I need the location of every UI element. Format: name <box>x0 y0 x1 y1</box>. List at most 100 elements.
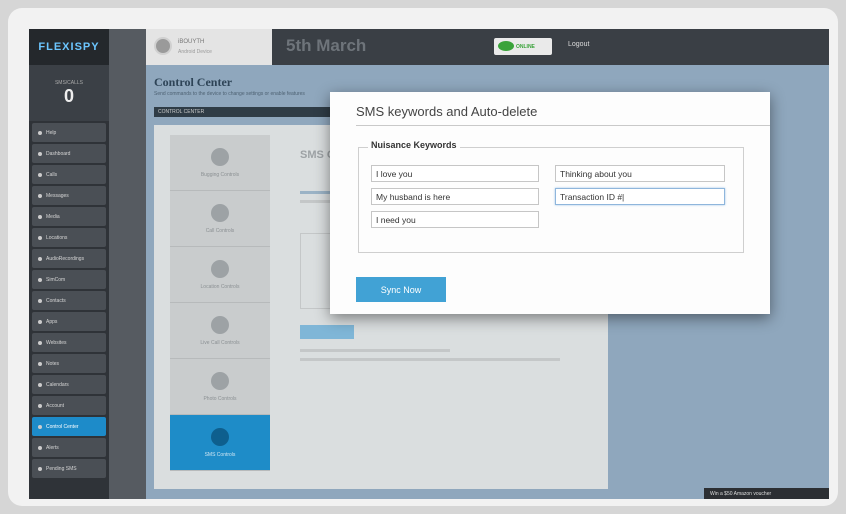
control-tab-icon <box>211 147 229 166</box>
sidebar-item-label: Websites <box>46 339 67 346</box>
control-tab-icon <box>211 427 229 446</box>
sidebar-item-label: Locations <box>46 234 68 241</box>
sidebar-item-label: SimCom <box>46 276 66 283</box>
control-tab-label: Bugging Controls <box>200 171 240 178</box>
sidebar-item[interactable]: Locations <box>32 228 106 247</box>
sidebar-item-label: Apps <box>46 318 58 325</box>
sidebar-item-label: Account <box>46 402 65 409</box>
sidebar-item-label: Control Center <box>46 423 79 430</box>
page-title: Control Center <box>154 75 233 89</box>
control-tab[interactable]: Bugging Controls <box>170 135 270 191</box>
sidebar-item-label: Dashboard <box>46 150 71 157</box>
sidebar-item[interactable]: SimCom <box>32 270 106 289</box>
sidebar-item[interactable]: Calendars <box>32 375 106 394</box>
sidebar-item[interactable]: Notes <box>32 354 106 373</box>
keyword-input[interactable]: My husband is here <box>371 188 539 205</box>
online-indicator-icon <box>498 41 514 51</box>
avatar <box>154 37 172 55</box>
sidebar-item[interactable]: Alerts <box>32 438 106 457</box>
user-name: iBOUYTH <box>178 39 205 45</box>
sidebar-item-icon <box>38 235 42 240</box>
control-tab-icon <box>211 259 229 278</box>
sidebar-item-icon <box>38 424 42 429</box>
section-strip-label: CONTROL CENTER <box>158 109 205 115</box>
sidebar-item-icon <box>38 193 42 198</box>
sidebar-item-label: Contacts <box>46 297 66 304</box>
dialog-title: SMS keywords and Auto-delete <box>356 104 538 119</box>
sidebar-item[interactable]: Apps <box>32 312 106 331</box>
keyword-input[interactable]: Thinking about you <box>555 165 725 182</box>
sidebar-item-icon <box>38 403 42 408</box>
control-tab-label: Location Controls <box>200 283 240 290</box>
sidebar-item-icon <box>38 298 42 303</box>
sidebar-item[interactable]: Pending SMS <box>32 459 106 478</box>
sidebar-item[interactable]: Help <box>32 123 106 142</box>
control-tab-label: SMS Controls <box>204 451 236 458</box>
fieldset-legend: Nuisance Keywords <box>368 140 460 150</box>
sidebar-item[interactable]: Messages <box>32 186 106 205</box>
control-tab[interactable]: Location Controls <box>170 247 270 303</box>
control-tab-label: Call Controls <box>205 227 235 234</box>
app-logo: FLEXISPY <box>29 29 109 65</box>
text-line <box>300 349 450 352</box>
sidebar-item-icon <box>38 130 42 135</box>
user-device: Android Device <box>178 49 212 55</box>
sidebar-item-label: Calls <box>46 171 58 178</box>
sidebar-item[interactable]: Control Center <box>32 417 106 436</box>
page-subtitle: Send commands to the device to change se… <box>154 91 305 97</box>
sidebar-item[interactable]: Websites <box>32 333 106 352</box>
sidebar-item[interactable]: Calls <box>32 165 106 184</box>
control-tab[interactable]: SMS Controls <box>170 415 270 471</box>
keyword-input-focused[interactable]: Transaction ID #| <box>555 188 725 205</box>
keyword-input[interactable]: I love you <box>371 165 539 182</box>
sidebar-item-icon <box>38 277 42 282</box>
sidebar-item-label: Media <box>46 213 60 220</box>
sidebar-item-label: Alerts <box>46 444 59 451</box>
date-label: 5th March <box>286 36 367 55</box>
sidebar-item-icon <box>38 340 42 345</box>
sync-now-button[interactable]: Sync Now <box>356 277 446 302</box>
control-tab-icon <box>211 315 229 334</box>
sidebar-item-icon <box>38 361 42 366</box>
control-tab-label: Photo Controls <box>203 395 237 402</box>
sidebar-item-icon <box>38 256 42 261</box>
sidebar: FLEXISPY SMS/CALLS 0 Help Dashboard Calls M… <box>29 29 109 499</box>
control-tab[interactable]: Photo Controls <box>170 359 270 415</box>
control-tab[interactable]: Live Call Controls <box>170 303 270 359</box>
sidebar-item[interactable]: Dashboard <box>32 144 106 163</box>
sync-now-button-background <box>300 325 354 339</box>
sidebar-item-label: Help <box>46 129 57 136</box>
sidebar-nav: Help Dashboard Calls Messages Media Locations… <box>29 123 109 478</box>
sidebar-gutter <box>109 29 146 499</box>
counter-value: 0 <box>63 85 74 106</box>
sidebar-item-label: AudioRecordings <box>46 255 85 262</box>
sms-counter: SMS/CALLS 0 <box>29 65 109 121</box>
sidebar-item-icon <box>38 151 42 156</box>
control-tab-icon <box>211 371 229 390</box>
control-tabs: Bugging Controls Call Controls Location Co… <box>170 135 270 471</box>
control-tab[interactable]: Call Controls <box>170 191 270 247</box>
sidebar-item-icon <box>38 445 42 450</box>
sidebar-item-icon <box>38 382 42 387</box>
sms-keywords-dialog: SMS keywords and Auto-delete Nuisance Ke… <box>330 92 770 314</box>
sidebar-item-label: Messages <box>46 192 69 199</box>
sidebar-item-label: Calendars <box>46 381 69 388</box>
sidebar-item[interactable]: AudioRecordings <box>32 249 106 268</box>
online-status-badge: ONLINE <box>494 38 552 55</box>
sidebar-item-icon <box>38 466 42 471</box>
sidebar-item-label: Notes <box>46 360 60 367</box>
sidebar-item-icon <box>38 172 42 177</box>
logout-link[interactable]: Logout <box>568 41 589 48</box>
sidebar-item[interactable]: Contacts <box>32 291 106 310</box>
sidebar-item-icon <box>38 319 42 324</box>
sidebar-item[interactable]: Account <box>32 396 106 415</box>
top-bar: iBOUYTH Android Device 5th March ONLINE … <box>146 29 829 65</box>
text-line <box>300 358 560 361</box>
sidebar-item-icon <box>38 214 42 219</box>
user-box[interactable]: iBOUYTH Android Device <box>146 29 272 65</box>
amazon-voucher-banner[interactable]: Win a $50 Amazon voucher <box>704 488 829 499</box>
keyword-input[interactable]: I need you <box>371 211 539 228</box>
sidebar-item[interactable]: Media <box>32 207 106 226</box>
dialog-divider <box>356 125 770 126</box>
online-status-text: ONLINE <box>516 44 535 50</box>
